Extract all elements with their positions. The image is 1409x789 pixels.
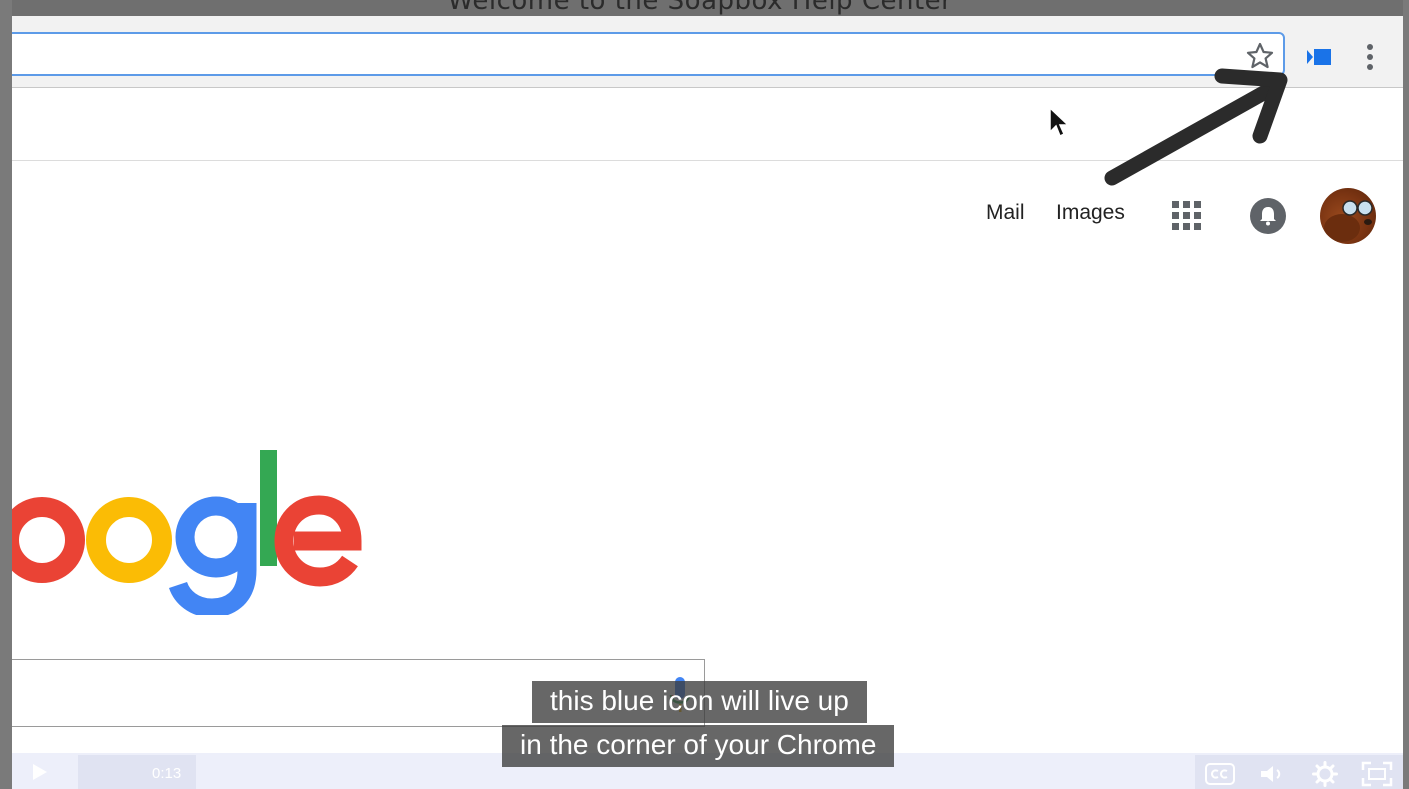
play-icon[interactable]	[28, 761, 50, 783]
apps-grid-icon[interactable]	[1172, 201, 1202, 231]
address-bar[interactable]	[12, 32, 1285, 76]
closed-captions-icon[interactable]	[1205, 763, 1235, 785]
fullscreen-icon[interactable]	[1361, 761, 1393, 787]
volume-icon[interactable]	[1259, 763, 1285, 785]
annotation-arrow	[1104, 68, 1288, 186]
notifications-bell-icon[interactable]	[1250, 198, 1286, 234]
time-display: 0:13	[152, 765, 182, 782]
help-center-title: Welcome to the Soapbox Help Center	[447, 0, 953, 16]
chrome-menu-icon[interactable]	[1358, 40, 1382, 74]
mouse-pointer-icon	[1049, 106, 1070, 138]
caption-line-1: this blue icon will live up	[532, 681, 867, 723]
account-avatar[interactable]	[1320, 188, 1376, 244]
dog-avatar-image	[1324, 200, 1373, 242]
video-frame-right	[1403, 0, 1409, 789]
video-frame-left	[0, 0, 12, 789]
images-link[interactable]: Images	[1056, 201, 1125, 225]
mail-link[interactable]: Mail	[986, 201, 1025, 225]
caption-line-2: in the corner of your Chrome	[502, 725, 895, 767]
soapbox-extension-icon[interactable]	[1301, 42, 1337, 72]
google-logo	[12, 450, 362, 615]
settings-gear-icon[interactable]	[1312, 761, 1338, 787]
